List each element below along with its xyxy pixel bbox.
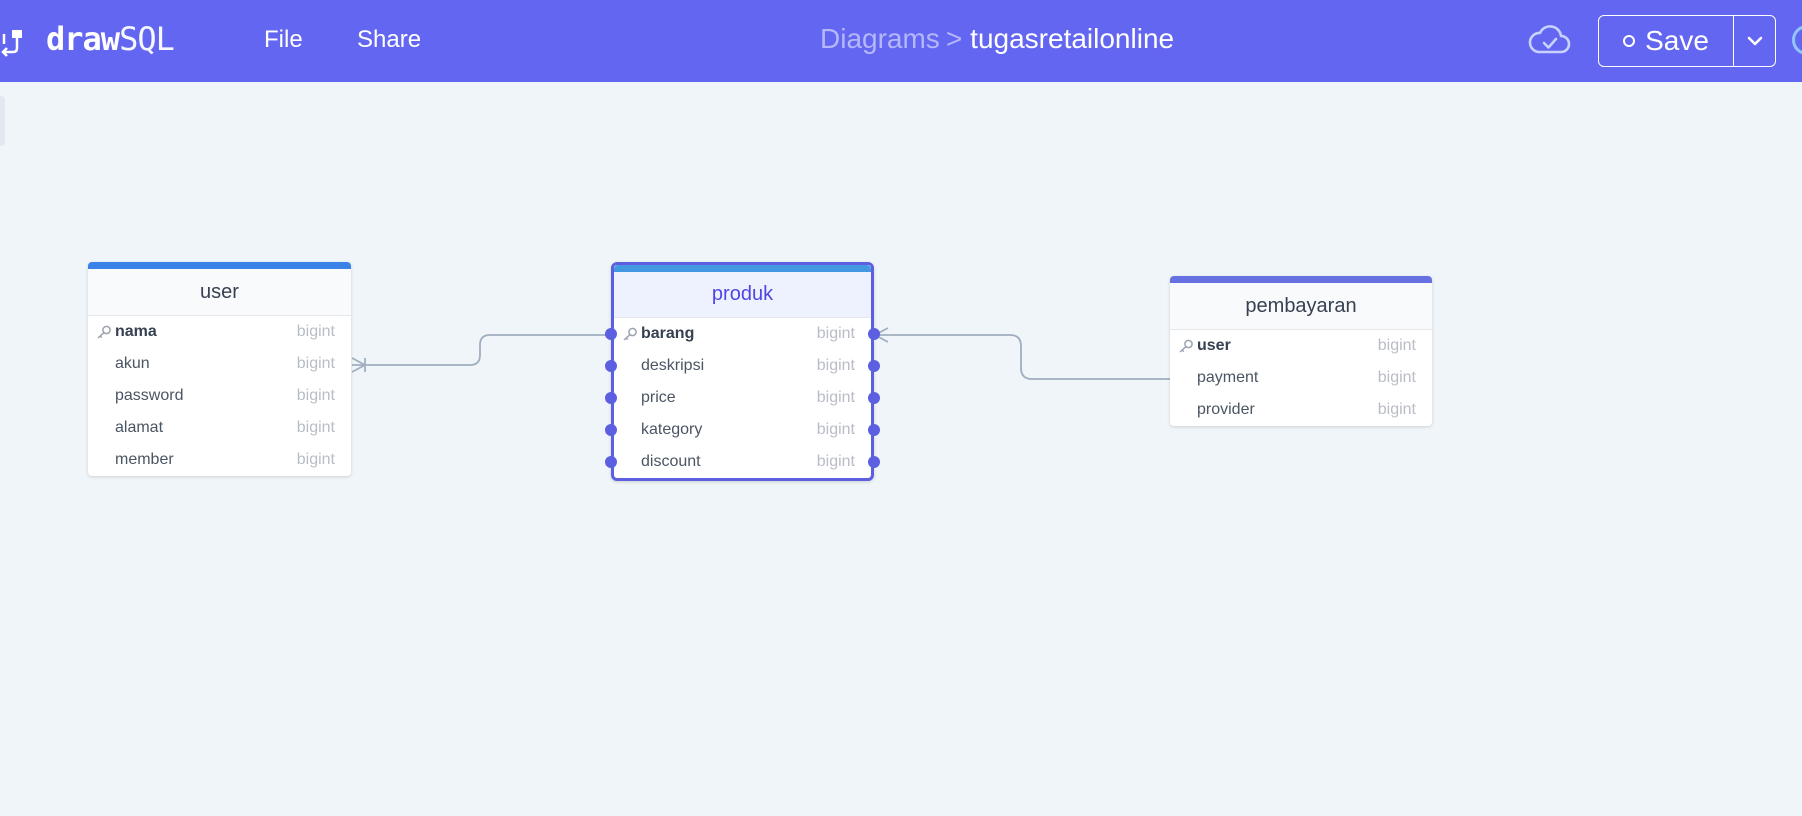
field-type: bigint <box>296 355 335 372</box>
relationship-user-produk[interactable] <box>351 334 611 373</box>
field-name: kategory <box>641 421 703 438</box>
field-name: deskripsi <box>641 357 705 374</box>
top-navbar: drawSQL File Share Diagrams > tugasretailo… <box>0 0 1802 82</box>
field-type: bigint <box>1377 337 1416 354</box>
field-type: bigint <box>296 387 335 404</box>
connector-handle[interactable] <box>605 392 617 404</box>
field-type: bigint <box>296 323 335 340</box>
field-type: bigint <box>816 453 855 470</box>
table-row[interactable]: nama bigint <box>88 316 351 348</box>
key-icon <box>97 325 111 339</box>
table-row[interactable]: deskripsi bigint <box>605 350 880 382</box>
field-name: discount <box>641 453 701 470</box>
table-color-bar <box>614 265 871 272</box>
logo-icon <box>1 30 22 57</box>
cloud-saved-icon[interactable] <box>1528 22 1572 58</box>
breadcrumb-diagrams-link[interactable]: Diagrams <box>820 23 940 54</box>
field-name: user <box>1197 337 1231 354</box>
field-name: payment <box>1197 369 1259 386</box>
field-name: price <box>641 389 676 406</box>
field-type: bigint <box>816 325 855 342</box>
field-name: barang <box>641 325 695 342</box>
field-name: akun <box>115 355 150 372</box>
table-row[interactable]: akun bigint <box>88 348 351 380</box>
menu-file[interactable]: File <box>264 26 303 54</box>
table-title[interactable]: user <box>88 269 351 316</box>
table-row[interactable]: barang bigint <box>605 318 880 350</box>
field-name: password <box>115 387 184 404</box>
field-type: bigint <box>296 451 335 468</box>
table-row[interactable]: alamat bigint <box>88 412 351 444</box>
connector-handle[interactable] <box>868 328 880 340</box>
connector-handle[interactable] <box>605 456 617 468</box>
connector-handle[interactable] <box>605 424 617 436</box>
table-color-bar <box>1170 276 1432 283</box>
field-name: alamat <box>115 419 164 436</box>
field-name: member <box>115 451 174 468</box>
save-options-dropdown[interactable] <box>1734 16 1775 66</box>
connector-handle[interactable] <box>605 360 617 372</box>
field-type: bigint <box>816 421 855 438</box>
table-row[interactable]: provider bigint <box>1170 394 1432 426</box>
menu-share[interactable]: Share <box>357 26 421 54</box>
app-logo[interactable]: drawSQL <box>46 20 175 58</box>
user-avatar[interactable] <box>1792 25 1802 55</box>
logo-text-light: SQL <box>119 20 175 58</box>
field-type: bigint <box>816 389 855 406</box>
field-name: nama <box>115 323 157 340</box>
connector-handle[interactable] <box>868 392 880 404</box>
save-button[interactable]: Save <box>1599 16 1734 66</box>
save-button-group: Save <box>1598 15 1776 67</box>
connector-handle[interactable] <box>868 360 880 372</box>
table-row[interactable]: member bigint <box>88 444 351 476</box>
diagram-title[interactable]: tugasretailonline <box>970 23 1174 54</box>
connector-handle[interactable] <box>868 424 880 436</box>
table-row[interactable]: payment bigint <box>1170 362 1432 394</box>
table-row[interactable]: kategory bigint <box>605 414 880 446</box>
table-title[interactable]: pembayaran <box>1170 283 1432 330</box>
unsaved-indicator-icon <box>1623 35 1636 47</box>
chevron-down-icon <box>1747 36 1762 46</box>
field-type: bigint <box>1377 369 1416 386</box>
table-produk[interactable]: produk barang bigint deskripsi bigint pr… <box>605 262 880 481</box>
table-row[interactable]: price bigint <box>605 382 880 414</box>
table-row[interactable]: user bigint <box>1170 330 1432 362</box>
connector-handle[interactable] <box>605 328 617 340</box>
table-row[interactable]: password bigint <box>88 380 351 412</box>
key-icon <box>623 327 637 341</box>
relationship-produk-pembayaran[interactable] <box>873 327 1170 380</box>
breadcrumb: Diagrams > tugasretailonline <box>820 23 1174 55</box>
save-button-label: Save <box>1645 25 1709 56</box>
field-type: bigint <box>816 357 855 374</box>
table-pembayaran[interactable]: pembayaran user bigint payment bigint pr… <box>1170 276 1432 426</box>
table-color-bar <box>88 262 351 269</box>
logo-text-bold: draw <box>46 20 120 58</box>
field-type: bigint <box>296 419 335 436</box>
table-row[interactable]: discount bigint <box>605 446 880 478</box>
table-title[interactable]: produk <box>614 272 871 318</box>
key-icon <box>1179 339 1193 353</box>
table-user[interactable]: user nama bigint akun bigint password bi… <box>88 262 351 476</box>
breadcrumb-separator: > <box>945 23 963 54</box>
field-name: provider <box>1197 401 1255 418</box>
connector-handle[interactable] <box>868 456 880 468</box>
sidebar-toggle[interactable] <box>0 96 5 146</box>
field-type: bigint <box>1377 401 1416 418</box>
